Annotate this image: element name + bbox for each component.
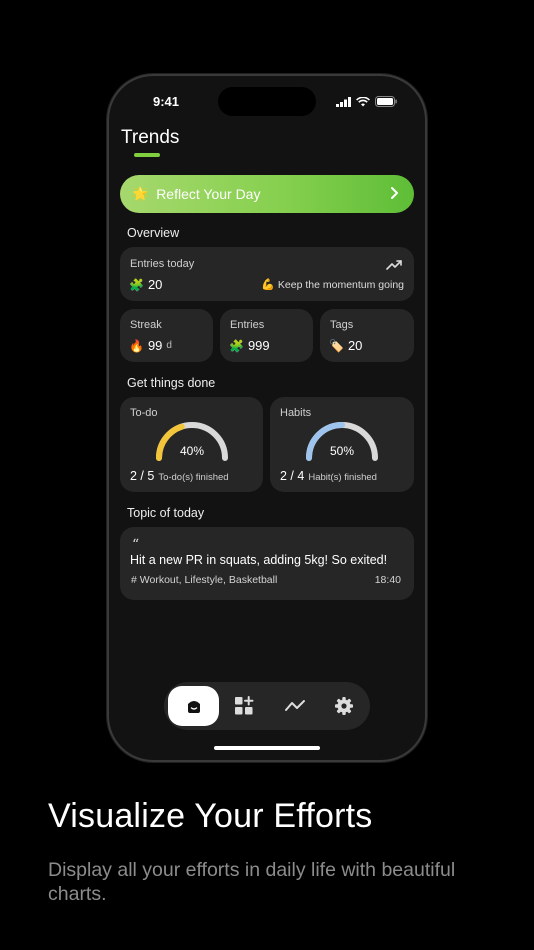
- chevron-right-icon: [391, 187, 398, 199]
- topic-time: 18:40: [374, 574, 401, 586]
- home-icon: [187, 701, 200, 713]
- widgets-icon: [235, 696, 254, 715]
- topic-tags: # Workout, Lifestyle, Basketball: [131, 574, 278, 586]
- overview-heading: Overview: [127, 226, 180, 240]
- signal-icon: [336, 96, 351, 107]
- entries-label: Entries: [230, 319, 265, 331]
- habits-fraction: 2 / 4 Habit(s) finished: [280, 469, 377, 483]
- fire-icon: 🔥: [129, 338, 144, 353]
- tags-card[interactable]: Tags 🏷️ 20: [320, 309, 414, 362]
- dynamic-island: [218, 87, 316, 116]
- entries-today-label: Entries today: [130, 258, 195, 270]
- puzzle-icon: 🧩: [229, 338, 244, 353]
- wifi-icon: [356, 96, 370, 106]
- title-underline: [134, 153, 160, 157]
- promo-subline: Display all your efforts in daily life w…: [48, 859, 456, 905]
- topic-card[interactable]: “ Hit a new PR in squats, adding 5kg! So…: [120, 527, 414, 600]
- entries-today-card[interactable]: Entries today 🧩 20 💪 Keep the momentum goi…: [120, 247, 414, 301]
- bottom-tab-bar: [164, 682, 370, 730]
- tab-trends[interactable]: [272, 686, 318, 726]
- tab-settings[interactable]: [321, 686, 367, 726]
- tag-icon: 🏷️: [329, 338, 344, 353]
- sparkle-star-icon: 🌟: [132, 186, 149, 201]
- status-time: 9:41: [153, 94, 180, 109]
- entries-card[interactable]: Entries 🧩 999: [220, 309, 313, 362]
- flexed-biceps-icon: 💪: [261, 279, 275, 291]
- puzzle-icon: 🧩: [129, 277, 144, 292]
- tab-widgets[interactable]: [221, 686, 267, 726]
- status-icons: [336, 96, 397, 107]
- momentum-note: 💪 Keep the momentum going: [261, 278, 404, 292]
- get-things-done-heading: Get things done: [127, 376, 216, 390]
- entries-value: 🧩 999: [229, 338, 270, 353]
- trending-up-icon: [386, 260, 402, 270]
- page-title: Trends: [121, 127, 180, 148]
- reflect-your-day-button[interactable]: 🌟 Reflect Your Day: [120, 175, 414, 213]
- todo-card[interactable]: To-do 40% 2 / 5 To-do(s) finished: [120, 397, 263, 492]
- streak-value: 🔥 99 d: [129, 338, 172, 353]
- topic-heading: Topic of today: [127, 506, 205, 520]
- phone-frame: 9:41 Trends 🌟 Reflect Your Day Overview …: [107, 74, 427, 762]
- todo-fraction: 2 / 5 To-do(s) finished: [130, 469, 229, 483]
- entries-today-value: 🧩 20: [129, 277, 163, 292]
- settings-icon: [335, 697, 353, 715]
- home-indicator[interactable]: [214, 746, 320, 750]
- topic-text: Hit a new PR in squats, adding 5kg! So e…: [130, 553, 388, 567]
- tab-home[interactable]: [168, 686, 219, 726]
- trends-icon: [285, 700, 305, 711]
- promo-headline: Visualize Your Efforts: [48, 797, 373, 835]
- streak-label: Streak: [130, 319, 162, 331]
- tags-label: Tags: [330, 319, 354, 331]
- quote-icon: “: [132, 537, 140, 553]
- habits-card[interactable]: Habits 50% 2 / 4 Habit(s) finished: [270, 397, 414, 492]
- reflect-label: Reflect Your Day: [156, 186, 261, 202]
- habits-percent: 50%: [329, 444, 355, 458]
- streak-card[interactable]: Streak 🔥 99 d: [120, 309, 213, 362]
- todo-percent: 40%: [179, 444, 205, 458]
- tags-value: 🏷️ 20: [329, 338, 363, 353]
- battery-icon: [375, 96, 397, 107]
